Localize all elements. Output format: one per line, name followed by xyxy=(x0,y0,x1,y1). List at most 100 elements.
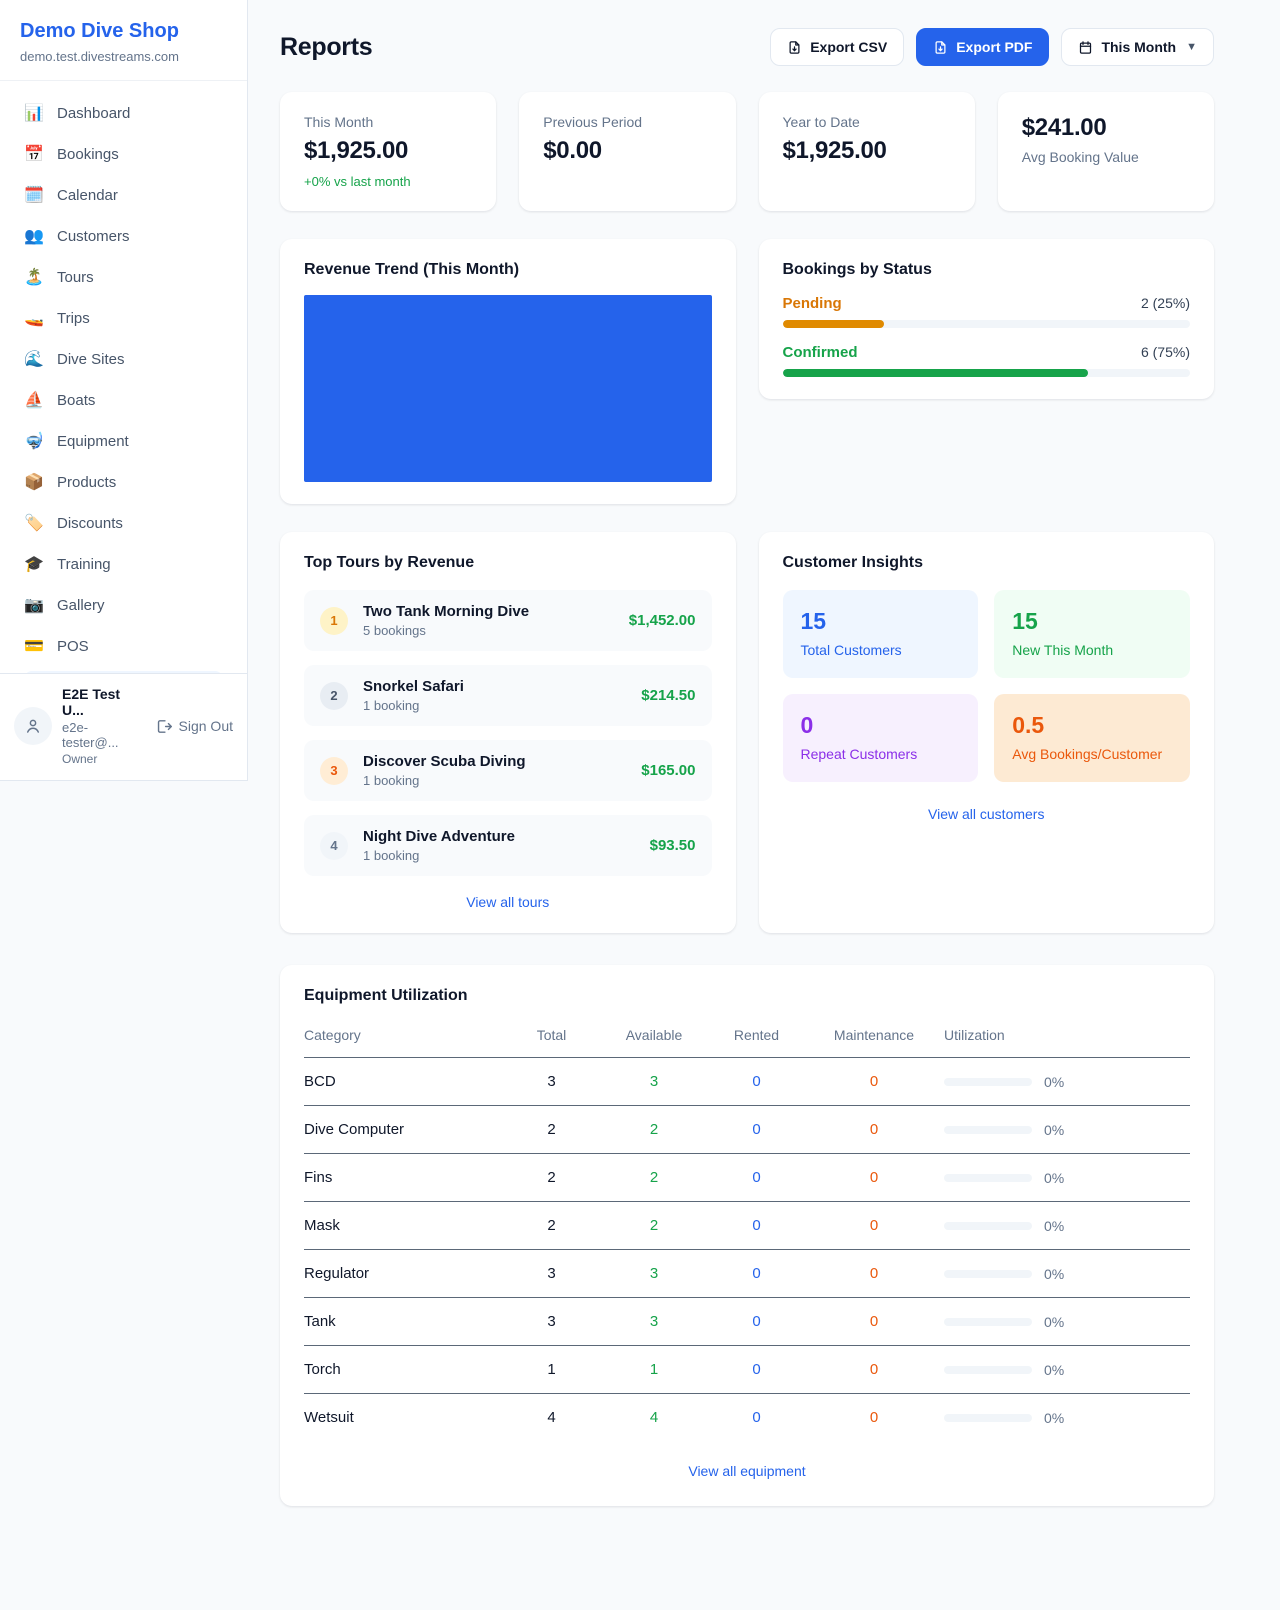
sidebar-item-calendar[interactable]: 🗓️ Calendar xyxy=(12,175,235,215)
tour-revenue: $165.00 xyxy=(641,762,695,779)
tour-bookings: 1 booking xyxy=(363,773,526,788)
insight-value: 15 xyxy=(801,608,961,635)
sidebar-item-discounts[interactable]: 🏷️ Discounts xyxy=(12,503,235,543)
stat-card-this-month: This Month $1,925.00 +0% vs last month xyxy=(280,92,496,211)
cell-available: 2 xyxy=(599,1154,709,1202)
sidebar: Demo Dive Shop demo.test.divestreams.com… xyxy=(0,0,248,781)
sidebar-item-bookings[interactable]: 📅 Bookings xyxy=(12,134,235,174)
stat-label: This Month xyxy=(304,114,472,130)
sidebar-item-trips[interactable]: 🚤 Trips xyxy=(12,298,235,338)
sidebar-item-customers[interactable]: 👥 Customers xyxy=(12,216,235,256)
tour-row: 2 Snorkel Safari 1 booking $214.50 xyxy=(304,665,712,726)
column-header-category: Category xyxy=(304,1019,504,1058)
sign-out-button[interactable]: Sign Out xyxy=(155,718,233,735)
table-row: Tank 3 3 0 0 0% xyxy=(304,1298,1190,1346)
sign-out-label: Sign Out xyxy=(179,718,233,734)
tour-row: 3 Discover Scuba Diving 1 booking $165.0… xyxy=(304,740,712,801)
sidebar-item-label: Training xyxy=(57,556,111,573)
export-pdf-button[interactable]: Export PDF xyxy=(916,28,1049,66)
cell-maintenance: 0 xyxy=(804,1106,944,1154)
insight-value: 0 xyxy=(801,712,961,739)
sidebar-item-equipment[interactable]: 🤿 Equipment xyxy=(12,421,235,461)
graduation-cap-icon: 🎓 xyxy=(24,554,44,574)
status-bar-track xyxy=(783,369,1191,377)
view-all-equipment-link[interactable]: View all equipment xyxy=(688,1463,805,1479)
insight-label: Repeat Customers xyxy=(801,746,961,762)
sidebar-item-pos[interactable]: 💳 POS xyxy=(12,626,235,666)
stat-value: $0.00 xyxy=(543,137,711,165)
tour-revenue: $93.50 xyxy=(650,837,696,854)
export-csv-label: Export CSV xyxy=(810,39,887,55)
sidebar-item-dive-sites[interactable]: 🌊 Dive Sites xyxy=(12,339,235,379)
utilization-bar xyxy=(944,1174,1032,1182)
revenue-trend-title: Revenue Trend (This Month) xyxy=(304,261,712,279)
tour-bookings: 1 booking xyxy=(363,848,515,863)
user-role: Owner xyxy=(62,752,145,766)
cell-maintenance: 0 xyxy=(804,1154,944,1202)
stats-row: This Month $1,925.00 +0% vs last month P… xyxy=(280,92,1214,211)
cell-maintenance: 0 xyxy=(804,1394,944,1442)
sidebar-item-gallery[interactable]: 📷 Gallery xyxy=(12,585,235,625)
sidebar-item-label: Gallery xyxy=(57,597,105,614)
stat-card-year-to-date: Year to Date $1,925.00 xyxy=(759,92,975,211)
rank-badge: 1 xyxy=(320,607,348,635)
cell-maintenance: 0 xyxy=(804,1202,944,1250)
cell-category: Mask xyxy=(304,1202,504,1250)
insight-label: New This Month xyxy=(1012,642,1172,658)
status-row-confirmed: Confirmed 6 (75%) xyxy=(783,344,1191,377)
cell-category: BCD xyxy=(304,1058,504,1106)
sidebar-item-label: Dive Sites xyxy=(57,351,125,368)
diving-mask-icon: 🤿 xyxy=(24,431,44,451)
sidebar-item-dashboard[interactable]: 📊 Dashboard xyxy=(12,93,235,133)
stat-card-avg-booking: $241.00 Avg Booking Value xyxy=(998,92,1214,211)
trips-boat-icon: 🚤 xyxy=(24,308,44,328)
camera-icon: 📷 xyxy=(24,595,44,615)
rank-badge: 2 xyxy=(320,682,348,710)
export-csv-button[interactable]: Export CSV xyxy=(770,28,904,66)
tours-island-icon: 🏝️ xyxy=(24,267,44,287)
stat-label: Avg Booking Value xyxy=(1022,149,1190,165)
table-row: Mask 2 2 0 0 0% xyxy=(304,1202,1190,1250)
tag-icon: 🏷️ xyxy=(24,513,44,533)
cell-maintenance: 0 xyxy=(804,1298,944,1346)
tour-row: 1 Two Tank Morning Dive 5 bookings $1,45… xyxy=(304,590,712,651)
page-title: Reports xyxy=(280,33,372,62)
cell-total: 2 xyxy=(504,1106,599,1154)
sidebar-nav: 📊 Dashboard 📅 Bookings 🗓️ Calendar 👥 Cus… xyxy=(0,81,247,681)
sidebar-item-products[interactable]: 📦 Products xyxy=(12,462,235,502)
sidebar-item-label: Tours xyxy=(57,269,94,286)
view-all-tours-link[interactable]: View all tours xyxy=(466,894,549,910)
sidebar-item-training[interactable]: 🎓 Training xyxy=(12,544,235,584)
cell-utilization: 0% xyxy=(944,1250,1190,1298)
stat-delta: +0% vs last month xyxy=(304,174,472,189)
chevron-down-icon: ▼ xyxy=(1186,41,1197,53)
rank-badge: 3 xyxy=(320,757,348,785)
sidebar-item-label: Customers xyxy=(57,228,130,245)
cell-total: 3 xyxy=(504,1250,599,1298)
calendar-icon: 🗓️ xyxy=(24,185,44,205)
cell-category: Torch xyxy=(304,1346,504,1394)
equipment-utilization-title: Equipment Utilization xyxy=(304,987,1190,1005)
column-header-rented: Rented xyxy=(709,1019,804,1058)
cell-rented: 0 xyxy=(709,1250,804,1298)
table-row: Regulator 3 3 0 0 0% xyxy=(304,1250,1190,1298)
bookings-by-status-title: Bookings by Status xyxy=(783,261,1191,279)
cell-available: 2 xyxy=(599,1202,709,1250)
sidebar-item-label: Calendar xyxy=(57,187,118,204)
column-header-total: Total xyxy=(504,1019,599,1058)
view-all-customers-link[interactable]: View all customers xyxy=(928,806,1044,822)
user-name: E2E Test U... xyxy=(62,686,145,718)
cell-rented: 0 xyxy=(709,1394,804,1442)
utilization-bar xyxy=(944,1366,1032,1374)
cell-category: Dive Computer xyxy=(304,1106,504,1154)
tour-row: 4 Night Dive Adventure 1 booking $93.50 xyxy=(304,815,712,876)
top-tours-card: Top Tours by Revenue 1 Two Tank Morning … xyxy=(280,532,736,933)
status-bar-track xyxy=(783,320,1191,328)
utilization-bar xyxy=(944,1222,1032,1230)
export-file-icon xyxy=(933,40,948,55)
sidebar-item-tours[interactable]: 🏝️ Tours xyxy=(12,257,235,297)
export-pdf-label: Export PDF xyxy=(956,39,1032,55)
sidebar-item-boats[interactable]: ⛵ Boats xyxy=(12,380,235,420)
sailboat-icon: ⛵ xyxy=(24,390,44,410)
period-dropdown[interactable]: This Month ▼ xyxy=(1061,28,1214,66)
